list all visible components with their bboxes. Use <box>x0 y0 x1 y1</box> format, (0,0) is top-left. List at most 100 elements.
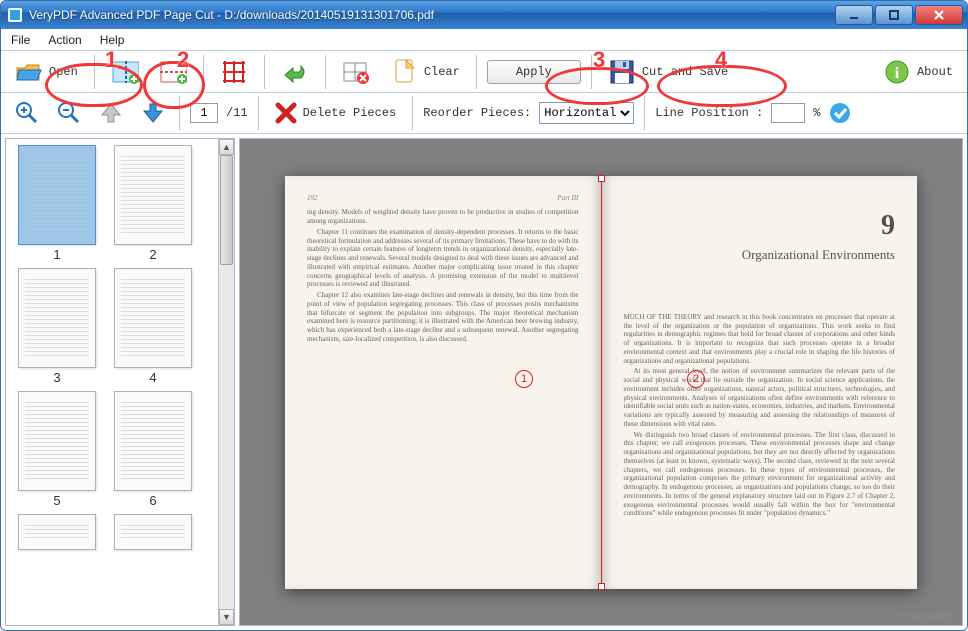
arrow-down-icon <box>141 102 163 124</box>
thumbnail-page[interactable] <box>18 391 96 491</box>
thumbnail-page[interactable] <box>18 514 96 550</box>
line-position-label: Line Position : <box>655 106 763 120</box>
reorder-select[interactable]: Horizontal <box>539 102 634 124</box>
page-number-input[interactable] <box>190 103 218 123</box>
book-text: MUCH OF THE THEORY and research in this … <box>624 313 896 366</box>
prev-page-button[interactable] <box>93 100 127 126</box>
delete-pieces-label: Delete Pieces <box>303 106 397 120</box>
undo-button[interactable] <box>275 56 315 88</box>
zoom-out-button[interactable] <box>51 100 85 126</box>
thumbnail-page[interactable] <box>114 514 192 550</box>
book-text: Chapter 11 continues the examination of … <box>307 228 579 289</box>
menu-action[interactable]: Action <box>44 31 85 49</box>
thumbnail-page[interactable] <box>18 268 96 368</box>
main-toolbar: Open <box>1 51 967 93</box>
thumbnail-item[interactable] <box>12 514 102 550</box>
thumbnail-label: 4 <box>149 370 156 385</box>
thumbnail-label: 6 <box>149 493 156 508</box>
left-page-section: Part III <box>557 194 578 203</box>
book-spread[interactable]: 192 Part III ing density. Models of weig… <box>285 176 917 589</box>
secondary-toolbar: /11 Delete Pieces Reorder Pieces: Horizo… <box>1 93 967 134</box>
thumbnail-item[interactable]: 6 <box>108 391 198 508</box>
thumbnail-label: 3 <box>53 370 60 385</box>
thumbnail-label: 2 <box>149 247 156 262</box>
maximize-button[interactable] <box>875 5 913 25</box>
scroll-thumb[interactable] <box>220 155 233 265</box>
reorder-label: Reorder Pieces: <box>423 106 531 120</box>
menu-help[interactable]: Help <box>96 31 129 49</box>
app-window: VeryPDF Advanced PDF Page Cut - D:/downl… <box>0 0 968 631</box>
minimize-button[interactable] <box>835 5 873 25</box>
book-text: At its most general level, the notion of… <box>624 367 896 428</box>
zoom-in-icon <box>15 102 37 124</box>
scroll-down-arrow[interactable]: ▼ <box>219 609 234 625</box>
vertical-cut-icon <box>111 58 139 86</box>
thumbnail-item[interactable]: 5 <box>12 391 102 508</box>
delete-pieces-button[interactable]: Delete Pieces <box>269 100 403 126</box>
clear-button[interactable]: Clear <box>384 56 466 88</box>
book-text: We distinguish two broad classes of envi… <box>624 431 896 519</box>
preview-panel: 192 Part III ing density. Models of weig… <box>239 138 963 626</box>
piece-callout-1: 1 <box>515 370 533 388</box>
thumbnail-scrollbar[interactable]: ▲ ▼ <box>218 139 234 625</box>
line-position-unit: % <box>813 106 820 120</box>
book-text: ing density. Models of weighted density … <box>307 208 579 226</box>
open-icon <box>15 58 43 86</box>
book-right-page: 9 Organizational Environments MUCH OF TH… <box>602 176 918 589</box>
open-button[interactable]: Open <box>9 56 84 88</box>
remove-cut-icon <box>342 58 370 86</box>
confirm-icon[interactable] <box>829 102 851 124</box>
thumbnail-item[interactable]: 1 <box>12 145 102 262</box>
window-title: VeryPDF Advanced PDF Page Cut - D:/downl… <box>29 8 829 22</box>
thumbnail-page[interactable] <box>18 145 96 245</box>
thumbnail-item[interactable]: 2 <box>108 145 198 262</box>
window-controls <box>835 5 967 25</box>
menu-file[interactable]: File <box>7 31 34 49</box>
zoom-in-button[interactable] <box>9 100 43 126</box>
line-position-input[interactable] <box>771 103 805 123</box>
add-vertical-cut-button[interactable] <box>105 56 145 88</box>
chapter-number: 9 <box>624 208 896 243</box>
cut-and-save-button[interactable]: Cut and Save <box>602 56 734 88</box>
about-label: About <box>917 65 953 79</box>
page-total-label: /11 <box>226 106 248 120</box>
watermark: © VeryPDF <box>897 610 957 624</box>
grid-cut-button[interactable] <box>214 56 254 88</box>
scroll-up-arrow[interactable]: ▲ <box>219 139 234 155</box>
open-label: Open <box>49 65 78 79</box>
menu-bar: File Action Help <box>1 29 967 51</box>
apply-button[interactable]: Apply <box>487 60 581 84</box>
apply-label: Apply <box>516 65 552 79</box>
book-left-page: 192 Part III ing density. Models of weig… <box>285 176 602 589</box>
clear-icon <box>390 58 418 86</box>
content-area: 123456 ▲ ▼ 192 Part III ing density. Mod… <box>1 134 967 630</box>
thumbnail-page[interactable] <box>114 145 192 245</box>
thumbnail-label: 5 <box>53 493 60 508</box>
arrow-up-icon <box>99 102 121 124</box>
horizontal-cut-icon <box>159 58 187 86</box>
about-button[interactable]: i About <box>877 56 959 88</box>
info-icon: i <box>883 58 911 86</box>
close-button[interactable] <box>915 5 963 25</box>
thumbnail-item[interactable] <box>108 514 198 550</box>
book-text: Chapter 12 also examines late-stage decl… <box>307 291 579 344</box>
delete-icon <box>275 102 297 124</box>
cut-and-save-label: Cut and Save <box>642 65 728 79</box>
undo-icon <box>281 58 309 86</box>
thumbnail-page[interactable] <box>114 268 192 368</box>
thumbnail-page[interactable] <box>114 391 192 491</box>
title-bar: VeryPDF Advanced PDF Page Cut - D:/downl… <box>1 1 967 29</box>
add-horizontal-cut-button[interactable] <box>153 56 193 88</box>
remove-cut-button[interactable] <box>336 56 376 88</box>
clear-label: Clear <box>424 65 460 79</box>
svg-text:i: i <box>895 65 900 82</box>
left-page-number: 192 <box>307 194 318 203</box>
piece-callout-2: 2 <box>687 370 705 388</box>
zoom-out-icon <box>57 102 79 124</box>
thumbnail-panel: 1 2 3 4 5 6 ▲ ▼ <box>5 138 235 626</box>
chapter-title: Organizational Environments <box>624 247 896 263</box>
app-icon <box>7 7 23 23</box>
next-page-button[interactable] <box>135 100 169 126</box>
thumbnail-item[interactable]: 3 <box>12 268 102 385</box>
thumbnail-item[interactable]: 4 <box>108 268 198 385</box>
